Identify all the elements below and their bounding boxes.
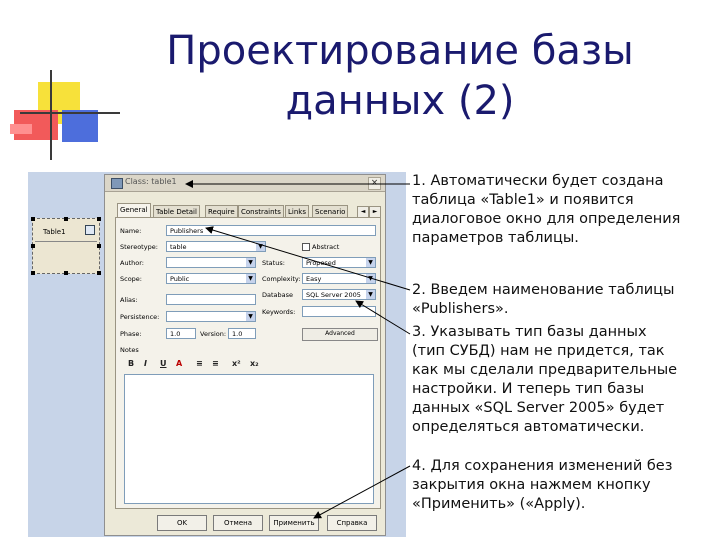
step-3-line: данных «SQL Server 2005» будет <box>412 400 665 416</box>
step-1-text: 1. Автоматически будет создана таблица «… <box>412 172 680 248</box>
step-2-line: 2. Введем наименование таблицы <box>412 282 675 298</box>
step-3-line: 3. Указывать тип базы данных <box>412 324 647 340</box>
step-3-line: как мы сделали предварительные <box>412 362 678 378</box>
step-4-line: «Применить» («Apply). <box>412 496 586 512</box>
step-3-line: настройки. И теперь тип базы <box>412 381 645 397</box>
arrow-to-apply <box>313 465 411 519</box>
step-3-line: (тип СУБД) нам не придется, так <box>412 343 665 359</box>
step-1-line: параметров таблицы. <box>412 230 579 246</box>
step-4-text: 4. Для сохранения изменений без закрытия… <box>412 457 672 514</box>
step-1-line: 1. Автоматически будет создана <box>412 173 664 189</box>
step-1-line: таблица «Table1» и появится <box>412 192 634 208</box>
step-1-line: диалоговое окно для определения <box>412 211 681 227</box>
step-2-text: 2. Введем наименование таблицы «Publishe… <box>412 281 675 319</box>
step-4-line: 4. Для сохранения изменений без <box>412 458 673 474</box>
step-2-line: «Publishers». <box>412 301 509 317</box>
step-3-text: 3. Указывать тип базы данных (тип СУБД) … <box>412 323 677 437</box>
arrow-to-database <box>355 300 411 335</box>
step-4-line: закрытия окна нажмем кнопку <box>412 477 651 493</box>
step-3-line: определяться автоматически. <box>412 419 645 435</box>
arrow-to-name <box>205 226 411 291</box>
